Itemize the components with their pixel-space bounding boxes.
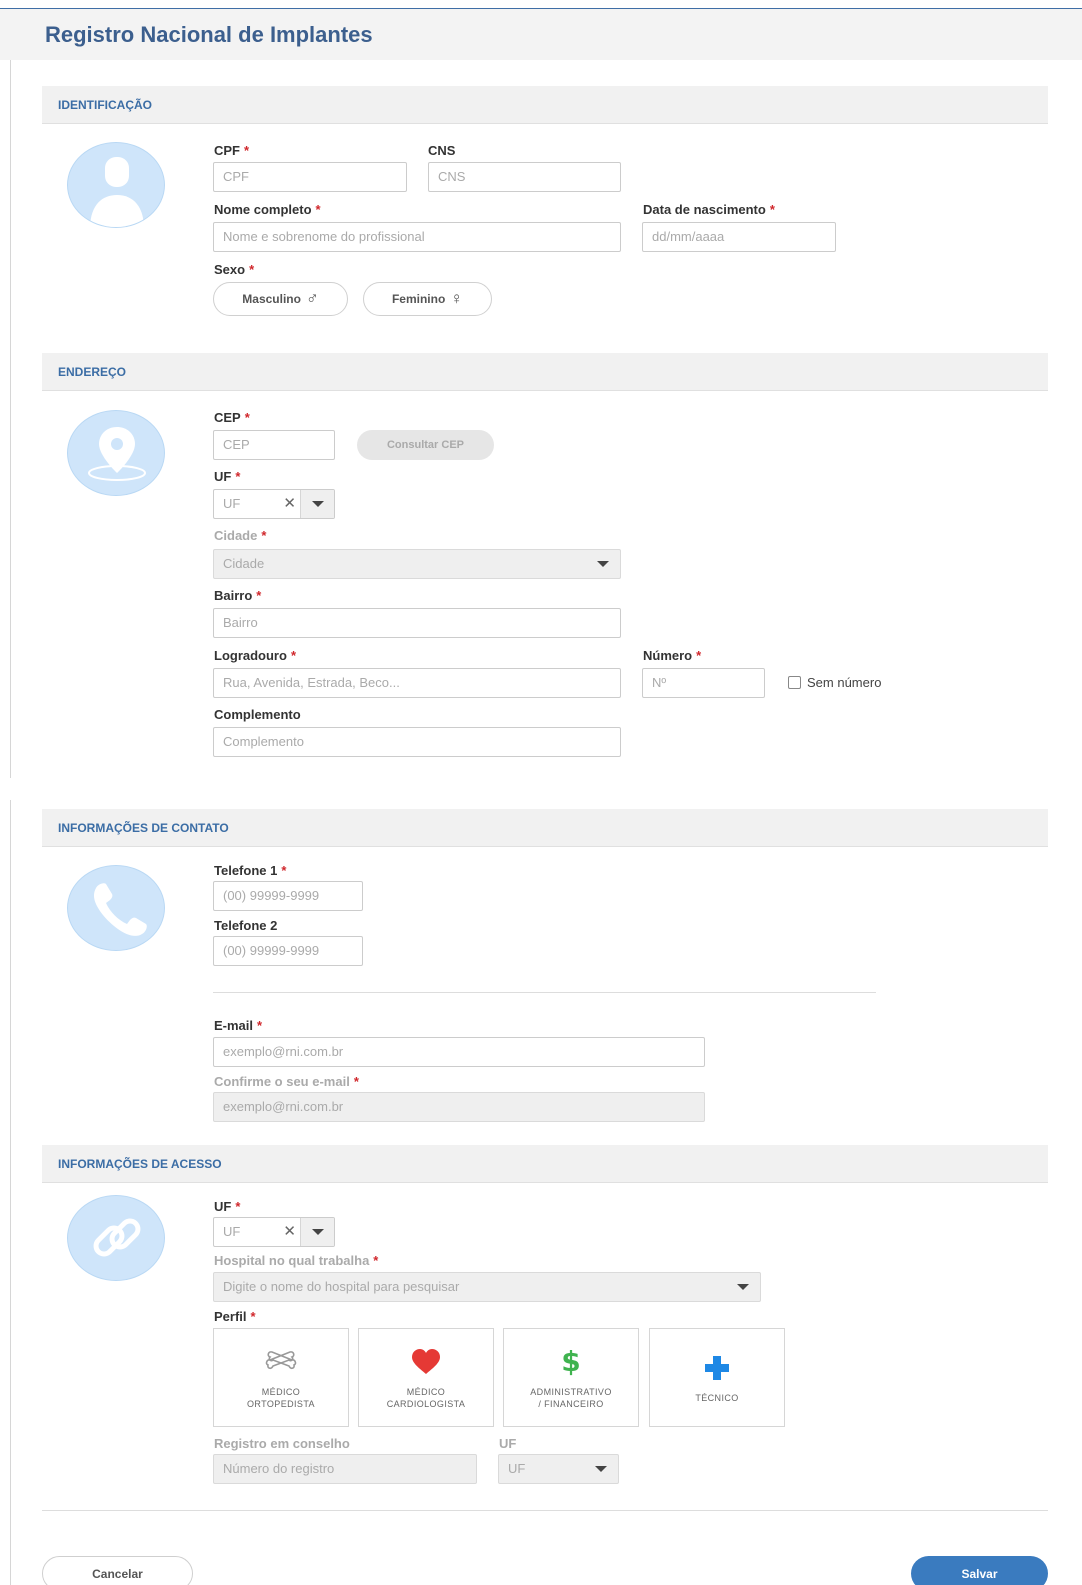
telefone1-input[interactable]: (00) 99999-9999: [213, 881, 363, 911]
cns-label: CNS: [428, 143, 456, 158]
cpf-label: CPF *: [214, 143, 250, 158]
checkbox-box[interactable]: [788, 676, 801, 689]
uf-label: UF *: [214, 469, 241, 484]
acesso-uf-label: UF *: [214, 1199, 241, 1214]
numero-label: Número *: [643, 648, 702, 663]
email-input[interactable]: exemplo@rni.com.br: [213, 1037, 705, 1067]
uf-placeholder: UF: [223, 496, 241, 511]
perfil-label-cardiologista: MÉDICO CARDIOLOGISTA: [386, 1386, 466, 1409]
bairro-label: Bairro *: [214, 588, 262, 603]
numero-input[interactable]: Nº: [642, 668, 765, 698]
cidade-select[interactable]: Cidade: [213, 549, 621, 579]
perfil-cardiologista-card[interactable]: MÉDICO CARDIOLOGISTA: [358, 1328, 494, 1427]
sem-numero-label: Sem número: [807, 675, 882, 690]
sexo-label: Sexo *: [214, 262, 255, 277]
consultar-cep-button[interactable]: Consultar CEP: [357, 430, 494, 460]
chevron-down-icon[interactable]: [584, 1455, 618, 1483]
bones-icon: [264, 1346, 298, 1378]
dollar-icon: $: [561, 1345, 581, 1378]
uf-placeholder: UF: [508, 1461, 526, 1476]
nascimento-input[interactable]: dd/mm/aaaa: [642, 222, 836, 252]
masculino-button[interactable]: Masculino ♂: [213, 282, 348, 316]
phone-icon: [67, 865, 165, 951]
section-title: INFORMAÇÕES DE CONTATO: [58, 821, 229, 835]
confirm-email-label: Confirme o seu e-mail *: [214, 1074, 359, 1089]
telefone1-label: Telefone 1 *: [214, 863, 287, 878]
person-avatar-icon: [67, 142, 165, 228]
nome-input[interactable]: Nome e sobrenome do profissional: [213, 222, 621, 252]
complemento-input[interactable]: Complemento: [213, 727, 621, 757]
chevron-down-icon[interactable]: [300, 490, 334, 518]
cpf-input[interactable]: CPF: [213, 162, 407, 192]
clear-icon[interactable]: ✕: [283, 1218, 296, 1246]
location-pin-icon: [67, 410, 165, 496]
perfil-label-administrativo: ADMINISTRATIVO / FINANCEIRO: [530, 1386, 612, 1409]
section-contato: INFORMAÇÕES DE CONTATO: [42, 809, 1048, 847]
perfil-label-ortopedista: MÉDICO ORTOPEDISTA: [247, 1386, 315, 1409]
page-header: Registro Nacional de Implantes: [0, 9, 1082, 60]
nome-label: Nome completo *: [214, 202, 321, 217]
logradouro-input[interactable]: Rua, Avenida, Estrada, Beco...: [213, 668, 621, 698]
left-rail: [10, 60, 11, 778]
chevron-down-icon[interactable]: [586, 550, 620, 578]
telefone2-label: Telefone 2: [214, 918, 278, 933]
page-title: Registro Nacional de Implantes: [45, 22, 373, 47]
acesso-uf-select[interactable]: UF ✕: [213, 1217, 335, 1247]
hospital-select[interactable]: Digite o nome do hospital para pesquisar: [213, 1272, 761, 1302]
cns-input[interactable]: CNS: [428, 162, 621, 192]
telefone2-input[interactable]: (00) 99999-9999: [213, 936, 363, 966]
cep-input[interactable]: CEP: [213, 430, 335, 460]
divider: [213, 992, 876, 993]
section-acesso: INFORMAÇÕES DE ACESSO: [42, 1145, 1048, 1183]
female-icon: ♀: [450, 289, 464, 308]
bairro-input[interactable]: Bairro: [213, 608, 621, 638]
masculino-label: Masculino: [242, 292, 301, 306]
heart-icon: [411, 1346, 441, 1378]
perfil-label-tecnico: TÉCNICO: [695, 1392, 739, 1403]
plus-icon: [704, 1352, 730, 1384]
registro-label: Registro em conselho: [214, 1436, 350, 1451]
registro-input[interactable]: Número do registro: [213, 1454, 477, 1484]
feminino-label: Feminino: [391, 292, 446, 306]
chevron-down-icon[interactable]: [300, 1218, 334, 1246]
nascimento-label: Data de nascimento *: [643, 202, 775, 217]
cancel-button[interactable]: Cancelar: [42, 1556, 193, 1585]
cidade-placeholder: Cidade: [223, 556, 265, 571]
section-title: INFORMAÇÕES DE ACESSO: [58, 1157, 222, 1171]
cidade-label: Cidade *: [214, 528, 267, 543]
perfil-label: Perfil *: [214, 1309, 256, 1324]
section-identificacao: IDENTIFICAÇÃO: [42, 86, 1048, 124]
save-button[interactable]: Salvar: [911, 1556, 1048, 1585]
perfil-administrativo-card[interactable]: $ ADMINISTRATIVO / FINANCEIRO: [503, 1328, 639, 1427]
perfil-ortopedista-card[interactable]: MÉDICO ORTOPEDISTA: [213, 1328, 349, 1427]
sem-numero-checkbox[interactable]: Sem número: [788, 675, 881, 690]
logradouro-label: Logradouro *: [214, 648, 296, 663]
hospital-label: Hospital no qual trabalha *: [214, 1253, 379, 1268]
complemento-label: Complemento: [214, 707, 301, 722]
section-title: ENDEREÇO: [58, 365, 127, 379]
registro-uf-label: UF: [499, 1436, 517, 1451]
uf-select[interactable]: UF ✕: [213, 489, 335, 519]
perfil-tecnico-card[interactable]: TÉCNICO: [649, 1328, 785, 1427]
chevron-down-icon[interactable]: [726, 1273, 760, 1301]
left-rail: [10, 800, 11, 1585]
cep-label: CEP *: [214, 410, 250, 425]
link-icon: [67, 1195, 165, 1281]
uf-placeholder: UF: [223, 1224, 241, 1239]
footer-divider: [42, 1510, 1048, 1511]
section-endereco: ENDEREÇO: [42, 353, 1048, 391]
feminino-button[interactable]: Feminino ♀: [363, 282, 492, 316]
male-icon: ♂: [305, 289, 319, 308]
clear-icon[interactable]: ✕: [283, 490, 296, 518]
hospital-placeholder: Digite o nome do hospital para pesquisar: [223, 1279, 460, 1294]
email-label: E-mail *: [214, 1018, 263, 1033]
registro-uf-select[interactable]: UF: [498, 1454, 619, 1484]
section-title: IDENTIFICAÇÃO: [58, 98, 152, 112]
confirm-email-input[interactable]: exemplo@rni.com.br: [213, 1092, 705, 1122]
